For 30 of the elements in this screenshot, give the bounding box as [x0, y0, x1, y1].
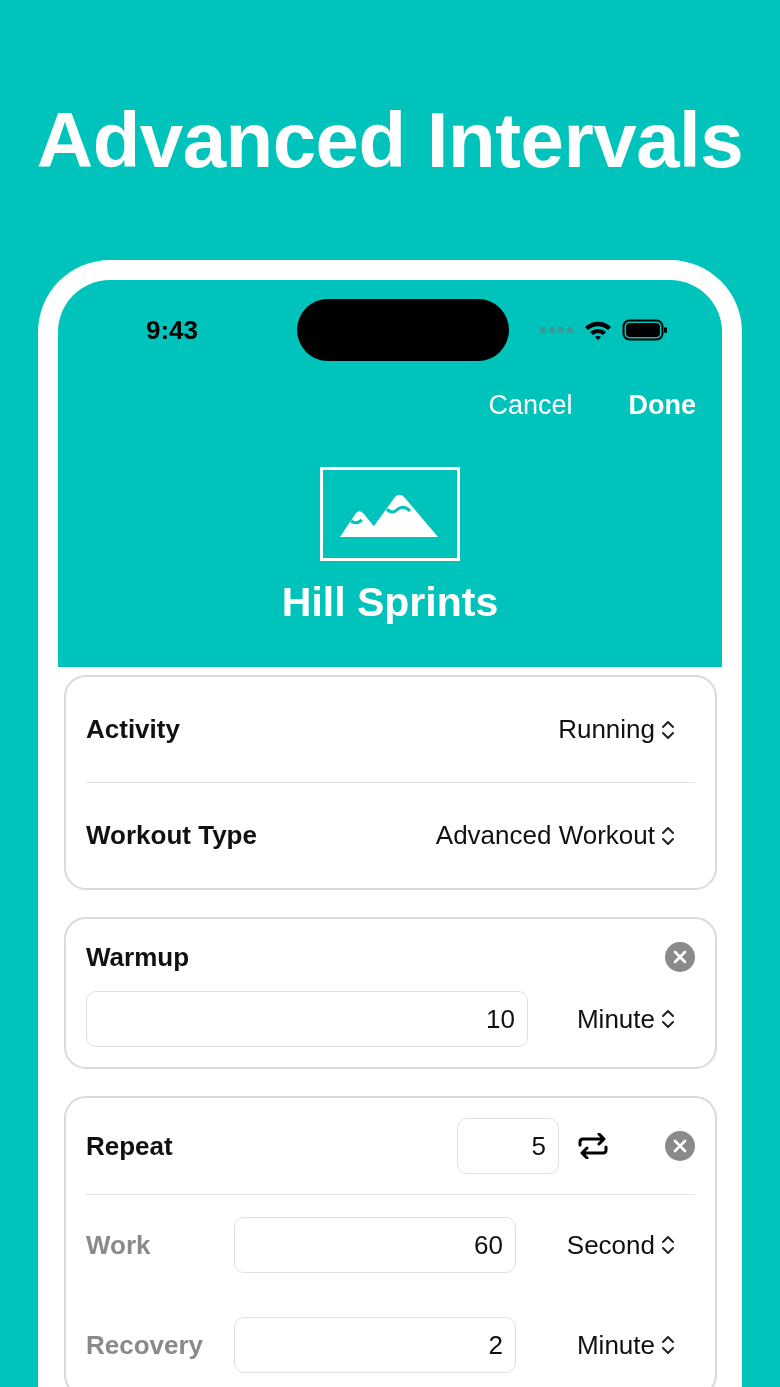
chevron-up-down-icon [661, 1334, 675, 1356]
step-duration-field[interactable]: 2 [234, 1317, 516, 1373]
repeat-count-field[interactable]: 5 [457, 1118, 559, 1174]
unit-picker[interactable]: Second [566, 1229, 695, 1261]
repeat-title: Repeat [86, 1130, 173, 1162]
setting-label: Workout Type [86, 820, 257, 851]
chevron-up-down-icon [661, 1008, 675, 1030]
setting-label: Activity [86, 714, 180, 745]
chevron-up-down-icon [661, 718, 675, 741]
repeat-icon [577, 1133, 609, 1159]
remove-button[interactable] [665, 942, 695, 972]
step-label: Work [86, 1229, 152, 1261]
setting-picker[interactable]: Running [558, 714, 695, 745]
warmup-title: Warmup [86, 941, 190, 973]
chevron-up-down-icon [661, 1234, 675, 1256]
unit-picker[interactable]: Minute [576, 1329, 695, 1361]
remove-button[interactable] [665, 1131, 695, 1161]
chevron-up-down-icon [661, 824, 675, 847]
unit-picker[interactable]: Minute [576, 1003, 695, 1035]
battery-icon [622, 319, 668, 341]
setting-picker[interactable]: Advanced Workout [435, 820, 695, 851]
signal-icon [540, 327, 574, 333]
workout-title: Hill Sprints [281, 579, 499, 626]
warmup-duration-field[interactable]: 10 [86, 991, 528, 1047]
mountain-image-icon [320, 467, 460, 561]
step-label: Recovery [86, 1329, 205, 1361]
wifi-icon [584, 319, 612, 341]
step-duration-field[interactable]: 60 [234, 1217, 516, 1273]
status-time: 9:43 [146, 314, 200, 346]
headline: Advanced Intervals [36, 95, 744, 186]
